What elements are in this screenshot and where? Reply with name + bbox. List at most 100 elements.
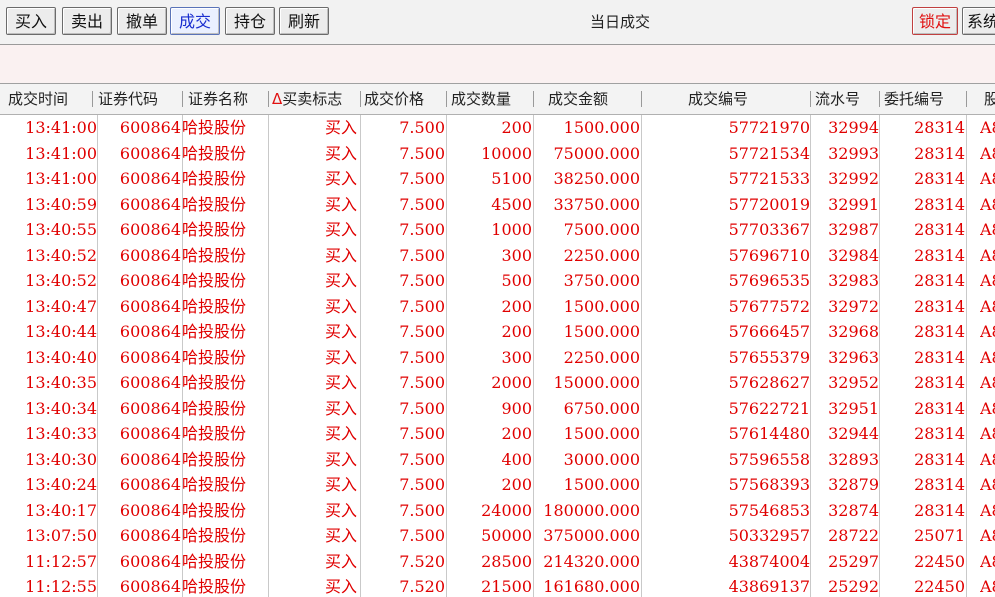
col-header-amount[interactable]: 成交金额 bbox=[548, 84, 628, 114]
table-row[interactable]: 13:41:00 600864 哈投股份 买入 7.500 5100 38250.000 57… bbox=[0, 166, 995, 192]
cell-name: 哈投股份 bbox=[182, 475, 247, 494]
column-divider[interactable] bbox=[182, 91, 183, 107]
cell-time: 13:40:44 bbox=[25, 322, 97, 341]
cell-order-no: 28314 bbox=[914, 296, 965, 316]
col-header-serial[interactable]: 流水号 bbox=[815, 84, 879, 114]
cell-price: 7.500 bbox=[399, 245, 445, 265]
col-header-code[interactable]: 证券代码 bbox=[98, 84, 182, 114]
cell-quantity: 4500 bbox=[491, 194, 532, 214]
cell-deal-no: 57622721 bbox=[728, 398, 810, 418]
cell-code: 600864 bbox=[119, 322, 181, 341]
refresh-button[interactable]: 刷新 bbox=[279, 7, 329, 35]
col-header-shareholder[interactable]: 股 bbox=[984, 84, 995, 114]
cell-code: 600864 bbox=[119, 271, 181, 290]
cell-quantity: 1000 bbox=[491, 220, 532, 239]
cell-deal-no: 57628627 bbox=[728, 373, 810, 392]
cell-name: 哈投股份 bbox=[182, 194, 247, 214]
table-row[interactable]: 13:40:55 600864 哈投股份 买入 7.500 1000 7500.000 577… bbox=[0, 217, 995, 243]
column-divider[interactable] bbox=[641, 91, 642, 107]
cell-price: 7.500 bbox=[399, 322, 445, 341]
sell-button[interactable]: 卖出 bbox=[62, 7, 112, 35]
col-header-price[interactable]: 成交价格 bbox=[364, 84, 444, 114]
cell-quantity: 300 bbox=[501, 245, 532, 265]
column-divider[interactable] bbox=[533, 91, 534, 107]
cell-price: 7.500 bbox=[399, 347, 445, 367]
cell-serial: 32993 bbox=[828, 143, 879, 163]
table-row[interactable]: 11:12:57 600864 哈投股份 买入 7.520 28500 214320.000… bbox=[0, 549, 995, 575]
cell-code: 600864 bbox=[119, 551, 181, 571]
cell-price: 7.520 bbox=[399, 551, 445, 571]
col-header-deal-no[interactable]: 成交编号 bbox=[688, 84, 768, 114]
cell-side: 买入 bbox=[324, 475, 357, 494]
cell-side: 买入 bbox=[324, 194, 357, 214]
cell-time: 13:40:40 bbox=[25, 347, 97, 367]
cell-quantity: 400 bbox=[501, 449, 532, 469]
cell-price: 7.500 bbox=[399, 296, 445, 316]
cell-code: 600864 bbox=[119, 143, 181, 163]
trades-button[interactable]: 成交 bbox=[170, 7, 220, 35]
cell-shareholder: A8 bbox=[980, 449, 995, 469]
col-header-quantity[interactable]: 成交数量 bbox=[451, 84, 531, 114]
cell-serial: 32893 bbox=[828, 449, 879, 469]
cell-side: 买入 bbox=[324, 526, 357, 545]
cell-price: 7.500 bbox=[399, 424, 445, 443]
col-header-side[interactable]: Δ买卖标志 bbox=[272, 84, 360, 114]
table-row[interactable]: 13:40:34 600864 哈投股份 买入 7.500 900 6750.000 5762… bbox=[0, 396, 995, 422]
table-row[interactable]: 13:40:33 600864 哈投股份 买入 7.500 200 1500.000 5761… bbox=[0, 421, 995, 447]
table-row[interactable]: 13:07:50 600864 哈投股份 买入 7.500 50000 375000.000… bbox=[0, 523, 995, 549]
cell-shareholder: A8 bbox=[980, 194, 995, 214]
table-row[interactable]: 13:40:17 600864 哈投股份 买入 7.500 24000 180000.000… bbox=[0, 498, 995, 524]
cell-name: 哈投股份 bbox=[182, 271, 247, 290]
cell-time: 13:40:52 bbox=[25, 245, 97, 265]
column-divider[interactable] bbox=[810, 91, 811, 107]
column-divider[interactable] bbox=[966, 91, 967, 107]
cell-amount: 3000.000 bbox=[563, 449, 640, 469]
column-divider[interactable] bbox=[446, 91, 447, 107]
positions-button[interactable]: 持仓 bbox=[225, 7, 275, 35]
col-header-name[interactable]: 证券名称 bbox=[188, 84, 268, 114]
table-row[interactable]: 13:40:35 600864 哈投股份 买入 7.500 2000 15000.000 57… bbox=[0, 370, 995, 396]
cell-price: 7.500 bbox=[399, 118, 445, 137]
cell-price: 7.500 bbox=[399, 169, 445, 188]
cell-name: 哈投股份 bbox=[182, 577, 247, 596]
cell-time: 13:40:55 bbox=[25, 220, 97, 239]
cancel-order-button[interactable]: 撤单 bbox=[117, 7, 167, 35]
table-row[interactable]: 13:40:52 600864 哈投股份 买入 7.500 500 3750.000 5769… bbox=[0, 268, 995, 294]
table-row[interactable]: 13:40:24 600864 哈投股份 买入 7.500 200 1500.000 5756… bbox=[0, 472, 995, 498]
cell-time: 13:41:00 bbox=[25, 169, 97, 188]
cell-deal-no: 43869137 bbox=[728, 577, 810, 596]
table-row[interactable]: 13:40:44 600864 哈投股份 买入 7.500 200 1500.000 5766… bbox=[0, 319, 995, 345]
cell-amount: 6750.000 bbox=[563, 398, 640, 418]
cell-order-no: 28314 bbox=[914, 398, 965, 418]
table-row[interactable]: 13:40:40 600864 哈投股份 买入 7.500 300 2250.000 5765… bbox=[0, 345, 995, 371]
table-row[interactable]: 13:40:30 600864 哈投股份 买入 7.500 400 3000.000 5759… bbox=[0, 447, 995, 473]
lock-button[interactable]: 锁定 bbox=[912, 7, 958, 35]
table-row[interactable]: 13:41:00 600864 哈投股份 买入 7.500 10000 75000.000 5… bbox=[0, 141, 995, 167]
cell-order-no: 28314 bbox=[914, 500, 965, 520]
cell-amount: 75000.000 bbox=[553, 143, 640, 163]
cell-amount: 214320.000 bbox=[543, 551, 640, 571]
cell-amount: 2250.000 bbox=[563, 245, 640, 265]
table-row[interactable]: 13:40:52 600864 哈投股份 买入 7.500 300 2250.000 5769… bbox=[0, 243, 995, 269]
cell-amount: 180000.000 bbox=[543, 500, 640, 520]
system-button[interactable]: 系统 bbox=[962, 7, 995, 35]
cell-time: 13:40:24 bbox=[25, 475, 97, 494]
cell-side: 买入 bbox=[324, 398, 357, 418]
cell-deal-no: 57655379 bbox=[728, 347, 810, 367]
col-header-time[interactable]: 成交时间 bbox=[8, 84, 92, 114]
table-row[interactable]: 13:40:59 600864 哈投股份 买入 7.500 4500 33750.000 57… bbox=[0, 192, 995, 218]
column-divider[interactable] bbox=[360, 91, 361, 107]
cell-price: 7.500 bbox=[399, 398, 445, 418]
cell-time: 13:40:34 bbox=[25, 398, 97, 418]
col-header-order-no[interactable]: 委托编号 bbox=[884, 84, 964, 114]
cell-order-no: 28314 bbox=[914, 220, 965, 239]
cell-side: 买入 bbox=[324, 271, 357, 290]
column-divider[interactable] bbox=[268, 91, 269, 107]
table-row[interactable]: 11:12:55 600864 哈投股份 买入 7.520 21500 161680.000… bbox=[0, 574, 995, 597]
buy-button[interactable]: 买入 bbox=[6, 7, 56, 35]
table-row[interactable]: 13:40:47 600864 哈投股份 买入 7.500 200 1500.000 5767… bbox=[0, 294, 995, 320]
column-divider[interactable] bbox=[92, 91, 93, 107]
table-row[interactable]: 13:41:00 600864 哈投股份 买入 7.500 200 1500.000 5772… bbox=[0, 115, 995, 141]
column-divider[interactable] bbox=[879, 91, 880, 107]
cell-code: 600864 bbox=[119, 245, 181, 265]
